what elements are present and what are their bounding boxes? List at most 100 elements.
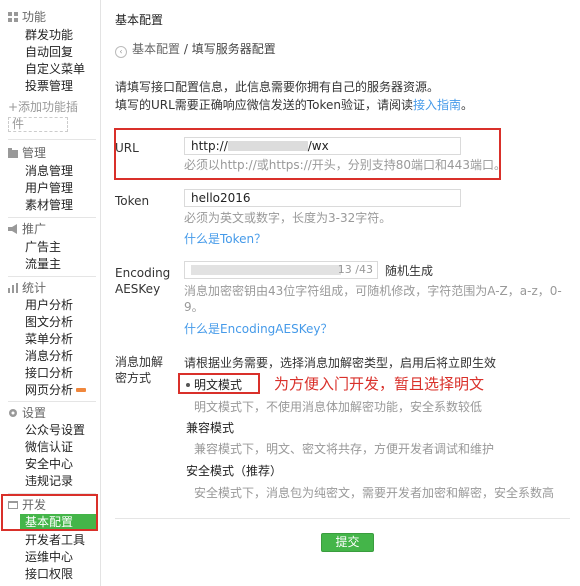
url-masked-host bbox=[227, 141, 308, 151]
radio-label: 安全模式（推荐） bbox=[186, 464, 283, 478]
add-plugin-label: +添加功能插 bbox=[8, 100, 79, 114]
chart-icon bbox=[8, 283, 18, 293]
aeskey-char-count: 13 /43 bbox=[337, 263, 373, 276]
what-is-token-link[interactable]: 什么是Token？ bbox=[184, 230, 266, 247]
aeskey-hint-line2: 9。 bbox=[184, 300, 204, 314]
section-title: 设置 bbox=[22, 406, 47, 420]
what-is-aeskey-link[interactable]: 什么是EncodingAESKey？ bbox=[184, 320, 332, 337]
intro-text: 请填写接口配置信息，此信息需要你拥有自己的服务器资源。 填写的URL需要正确响应… bbox=[115, 78, 473, 114]
sidebar-item-mass-send[interactable]: 群发功能 bbox=[25, 27, 73, 44]
aeskey-field[interactable]: 13 /43 bbox=[184, 261, 378, 279]
url-suffix: /wx bbox=[307, 139, 329, 153]
sidebar-item-materials[interactable]: 素材管理 bbox=[25, 197, 73, 214]
page-title: 基本配置 bbox=[115, 13, 164, 27]
grid-icon bbox=[8, 12, 18, 22]
sidebar-item-security-center[interactable]: 安全中心 bbox=[25, 456, 73, 473]
sidebar-item-advertiser[interactable]: 广告主 bbox=[25, 239, 61, 256]
sidebar-item-violations[interactable]: 违规记录 bbox=[25, 473, 73, 490]
breadcrumb-parent[interactable]: 基本配置 bbox=[132, 42, 180, 56]
token-label: Token bbox=[115, 194, 150, 208]
sidebar-item-api-permissions[interactable]: 接口权限 bbox=[25, 566, 73, 583]
radio-label: 兼容模式 bbox=[186, 421, 235, 435]
gear-icon bbox=[9, 409, 17, 417]
sidebar-item-publisher[interactable]: 流量主 bbox=[25, 256, 61, 273]
sidebar-section-settings: 设置 bbox=[8, 406, 46, 421]
radio-label: 明文模式 bbox=[194, 378, 243, 392]
sidebar-item-auto-reply[interactable]: 自动回复 bbox=[25, 44, 73, 61]
encryption-label: 消息加解 密方式 bbox=[115, 354, 163, 386]
main-content: 基本配置 ‹ 基本配置 / 填写服务器配置 请填写接口配置信息，此信息需要你拥有自… bbox=[102, 0, 580, 586]
sidebar-item-article-analysis[interactable]: 图文分析 bbox=[25, 314, 73, 331]
sidebar-item-verification[interactable]: 微信认证 bbox=[25, 439, 73, 456]
url-field[interactable]: http:// /wx bbox=[184, 137, 461, 155]
add-plugin-button[interactable]: +添加功能插 bbox=[8, 100, 98, 115]
sidebar-section-functions: 功能 bbox=[8, 10, 46, 25]
aeskey-masked-value bbox=[191, 265, 341, 275]
sidebar-divider bbox=[8, 217, 96, 218]
sidebar: 功能 群发功能 自动回复 自定义菜单 投票管理 +添加功能插 件 管理 消息管理… bbox=[0, 0, 101, 586]
sidebar-section-statistics: 统计 bbox=[8, 281, 46, 296]
add-plugin-box[interactable]: 件 bbox=[8, 117, 68, 132]
sidebar-item-user-analysis[interactable]: 用户分析 bbox=[25, 297, 73, 314]
intro-line-2: 填写的URL需要正确响应微信发送的Token验证，请阅读接入指南。 bbox=[115, 96, 473, 114]
sidebar-item-menu-analysis[interactable]: 菜单分析 bbox=[25, 331, 73, 348]
sidebar-item-ops-center[interactable]: 运维中心 bbox=[25, 549, 73, 566]
sidebar-item-messages[interactable]: 消息管理 bbox=[25, 163, 73, 180]
sidebar-divider bbox=[8, 401, 96, 402]
add-plugin-label-2: 件 bbox=[12, 117, 25, 131]
secure-mode-hint: 安全模式下，消息包为纯密文，需要开发者加密和解密，安全系数高 bbox=[194, 486, 555, 500]
breadcrumb: ‹ 基本配置 / 填写服务器配置 bbox=[115, 40, 276, 58]
encryption-intro: 请根据业务需要，选择消息加解密类型，启用后将立即生效 bbox=[184, 356, 497, 370]
encryption-label-line1: 消息加解 bbox=[115, 355, 164, 369]
aeskey-label: Encoding AESKey bbox=[115, 265, 170, 297]
new-badge-icon bbox=[76, 388, 87, 392]
web-analysis-label: 网页分析 bbox=[25, 383, 74, 397]
sidebar-item-api-analysis[interactable]: 接口分析 bbox=[25, 365, 73, 382]
aeskey-label-line2: AESKey bbox=[115, 282, 161, 296]
url-label: URL bbox=[115, 141, 139, 155]
url-hint: 必须以http://或https://开头，分别支持80端口和443端口。 bbox=[184, 158, 506, 172]
section-title: 统计 bbox=[22, 281, 47, 295]
form-divider bbox=[115, 518, 570, 519]
url-prefix: http:// bbox=[191, 139, 228, 153]
back-icon[interactable]: ‹ bbox=[115, 46, 127, 58]
radio-plaintext-mode[interactable]: 明文模式 bbox=[186, 376, 242, 393]
submit-button[interactable]: 提交 bbox=[321, 533, 374, 552]
encryption-label-line2: 密方式 bbox=[115, 371, 152, 385]
sidebar-divider bbox=[8, 139, 96, 140]
access-guide-link[interactable]: 接入指南 bbox=[413, 98, 461, 112]
intro-line-1: 请填写接口配置信息，此信息需要你拥有自己的服务器资源。 bbox=[115, 80, 440, 94]
token-field[interactable]: hello2016 bbox=[184, 189, 461, 207]
annotation-highlight-box bbox=[1, 494, 98, 531]
intro-line-2-suffix: 。 bbox=[460, 98, 473, 112]
radio-secure-mode[interactable]: 安全模式（推荐） bbox=[186, 462, 282, 479]
aeskey-hint-line1: 消息加密密钥由43位字符组成，可随机修改，字符范围为A-Z，a-z，0- bbox=[184, 284, 562, 298]
sidebar-section-promotion: 推广 bbox=[8, 222, 46, 237]
section-title: 管理 bbox=[22, 146, 47, 160]
sidebar-section-management: 管理 bbox=[8, 146, 46, 161]
plaintext-mode-hint: 明文模式下，不使用消息体加解密功能，安全系数较低 bbox=[194, 400, 483, 414]
sidebar-item-custom-menu[interactable]: 自定义菜单 bbox=[25, 61, 85, 78]
radio-selected-icon bbox=[186, 383, 190, 387]
sidebar-item-web-analysis[interactable]: 网页分析 bbox=[25, 382, 87, 399]
folder-icon bbox=[8, 148, 18, 158]
aeskey-hint: 消息加密密钥由43位字符组成，可随机修改，字符范围为A-Z，a-z，0- 9。 bbox=[184, 283, 564, 315]
token-hint: 必须为英文或数字，长度为3-32字符。 bbox=[184, 211, 392, 225]
breadcrumb-separator: / bbox=[180, 42, 192, 56]
radio-compatible-mode[interactable]: 兼容模式 bbox=[186, 419, 234, 436]
sidebar-item-message-analysis[interactable]: 消息分析 bbox=[25, 348, 73, 365]
breadcrumb-current: 填写服务器配置 bbox=[191, 42, 276, 56]
megaphone-icon bbox=[8, 224, 17, 234]
sidebar-item-account-settings[interactable]: 公众号设置 bbox=[25, 422, 85, 439]
sidebar-item-users[interactable]: 用户管理 bbox=[25, 180, 73, 197]
sidebar-item-dev-tools[interactable]: 开发者工具 bbox=[25, 532, 85, 549]
sidebar-item-vote[interactable]: 投票管理 bbox=[25, 78, 73, 95]
section-title: 推广 bbox=[22, 222, 47, 236]
sidebar-divider bbox=[8, 276, 96, 277]
intro-line-2-prefix: 填写的URL需要正确响应微信发送的Token验证，请阅读 bbox=[115, 98, 413, 112]
random-generate-button[interactable]: 随机生成 bbox=[385, 262, 433, 279]
annotation-text: 为方便入门开发，暂且选择明文 bbox=[274, 375, 485, 393]
section-title: 功能 bbox=[22, 10, 47, 24]
aeskey-label-line1: Encoding bbox=[115, 266, 171, 280]
compatible-mode-hint: 兼容模式下，明文、密文将共存，方便开发者调试和维护 bbox=[194, 442, 495, 456]
